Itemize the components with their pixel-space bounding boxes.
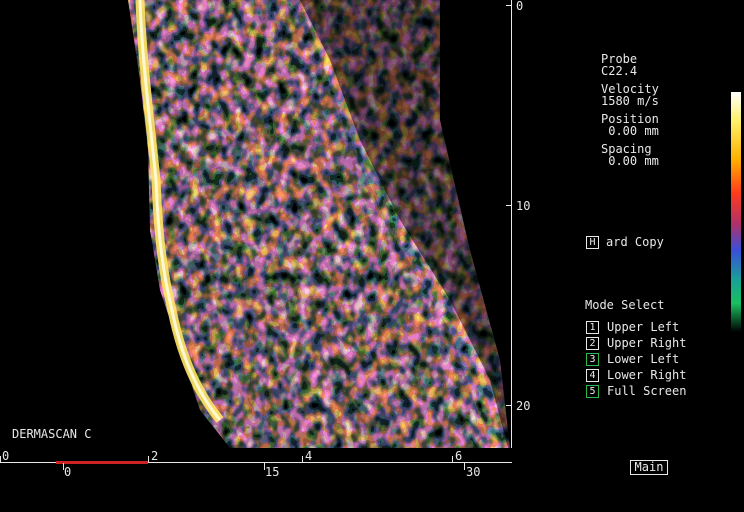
- scale-tick: [452, 456, 453, 463]
- top-scale-label: 2: [151, 449, 159, 463]
- scale-marker-segment: [56, 461, 148, 464]
- mode-label: Full Screen: [607, 384, 687, 398]
- mode-key: 3: [586, 353, 599, 366]
- hard-copy-label: ard Copy: [606, 235, 664, 249]
- hard-copy-key: H: [586, 236, 599, 249]
- position-value: 0.00 mm: [601, 124, 659, 138]
- mode-select-title: Mode Select: [585, 298, 665, 312]
- mode-key: 1: [586, 321, 599, 334]
- mode-key: 4: [586, 369, 599, 382]
- mode-key: 2: [586, 337, 599, 350]
- depth-scale-line: [511, 0, 512, 448]
- depth-label: 0: [516, 0, 524, 13]
- scale-tick: [464, 463, 465, 470]
- mode-upper-left-button[interactable]: 1 Upper Left: [586, 321, 706, 335]
- mode-key: 5: [586, 385, 599, 398]
- scale-tick: [148, 456, 149, 463]
- velocity-value: 1580 m/s: [601, 94, 659, 108]
- bottom-scale-label: 0: [64, 465, 72, 479]
- depth-label: 10: [516, 199, 531, 213]
- depth-tick: [506, 5, 512, 6]
- top-scale-label: 0: [2, 449, 10, 463]
- mode-upper-right-button[interactable]: 2 Upper Right: [586, 337, 706, 351]
- mode-lower-right-button[interactable]: 4 Lower Right: [586, 369, 706, 383]
- mode-label: Lower Left: [607, 352, 680, 366]
- ultrasound-scan-image: [0, 0, 512, 448]
- depth-tick: [506, 405, 512, 406]
- mode-label: Upper Left: [607, 320, 680, 334]
- scale-tick: [0, 456, 1, 463]
- top-scale-label: 4: [305, 449, 313, 463]
- bottom-scale-label: 15: [265, 465, 280, 479]
- mode-label: Lower Right: [607, 368, 687, 382]
- depth-label: 20: [516, 399, 531, 413]
- mode-label: Upper Right: [607, 336, 687, 350]
- top-scale-label: 6: [455, 449, 463, 463]
- main-button[interactable]: Main: [630, 460, 668, 475]
- spacing-value: 0.00 mm: [601, 154, 659, 168]
- depth-tick: [506, 205, 512, 206]
- color-scale-bar: [731, 92, 741, 332]
- mode-full-screen-button[interactable]: 5 Full Screen: [586, 385, 706, 399]
- probe-value: C22.4: [601, 64, 638, 78]
- hard-copy-button[interactable]: H ard Copy: [586, 236, 686, 250]
- scale-tick: [302, 456, 303, 463]
- mode-lower-left-button[interactable]: 3 Lower Left: [586, 353, 706, 367]
- bottom-scale-label: 30: [466, 465, 481, 479]
- device-name: DERMASCAN C: [12, 427, 92, 441]
